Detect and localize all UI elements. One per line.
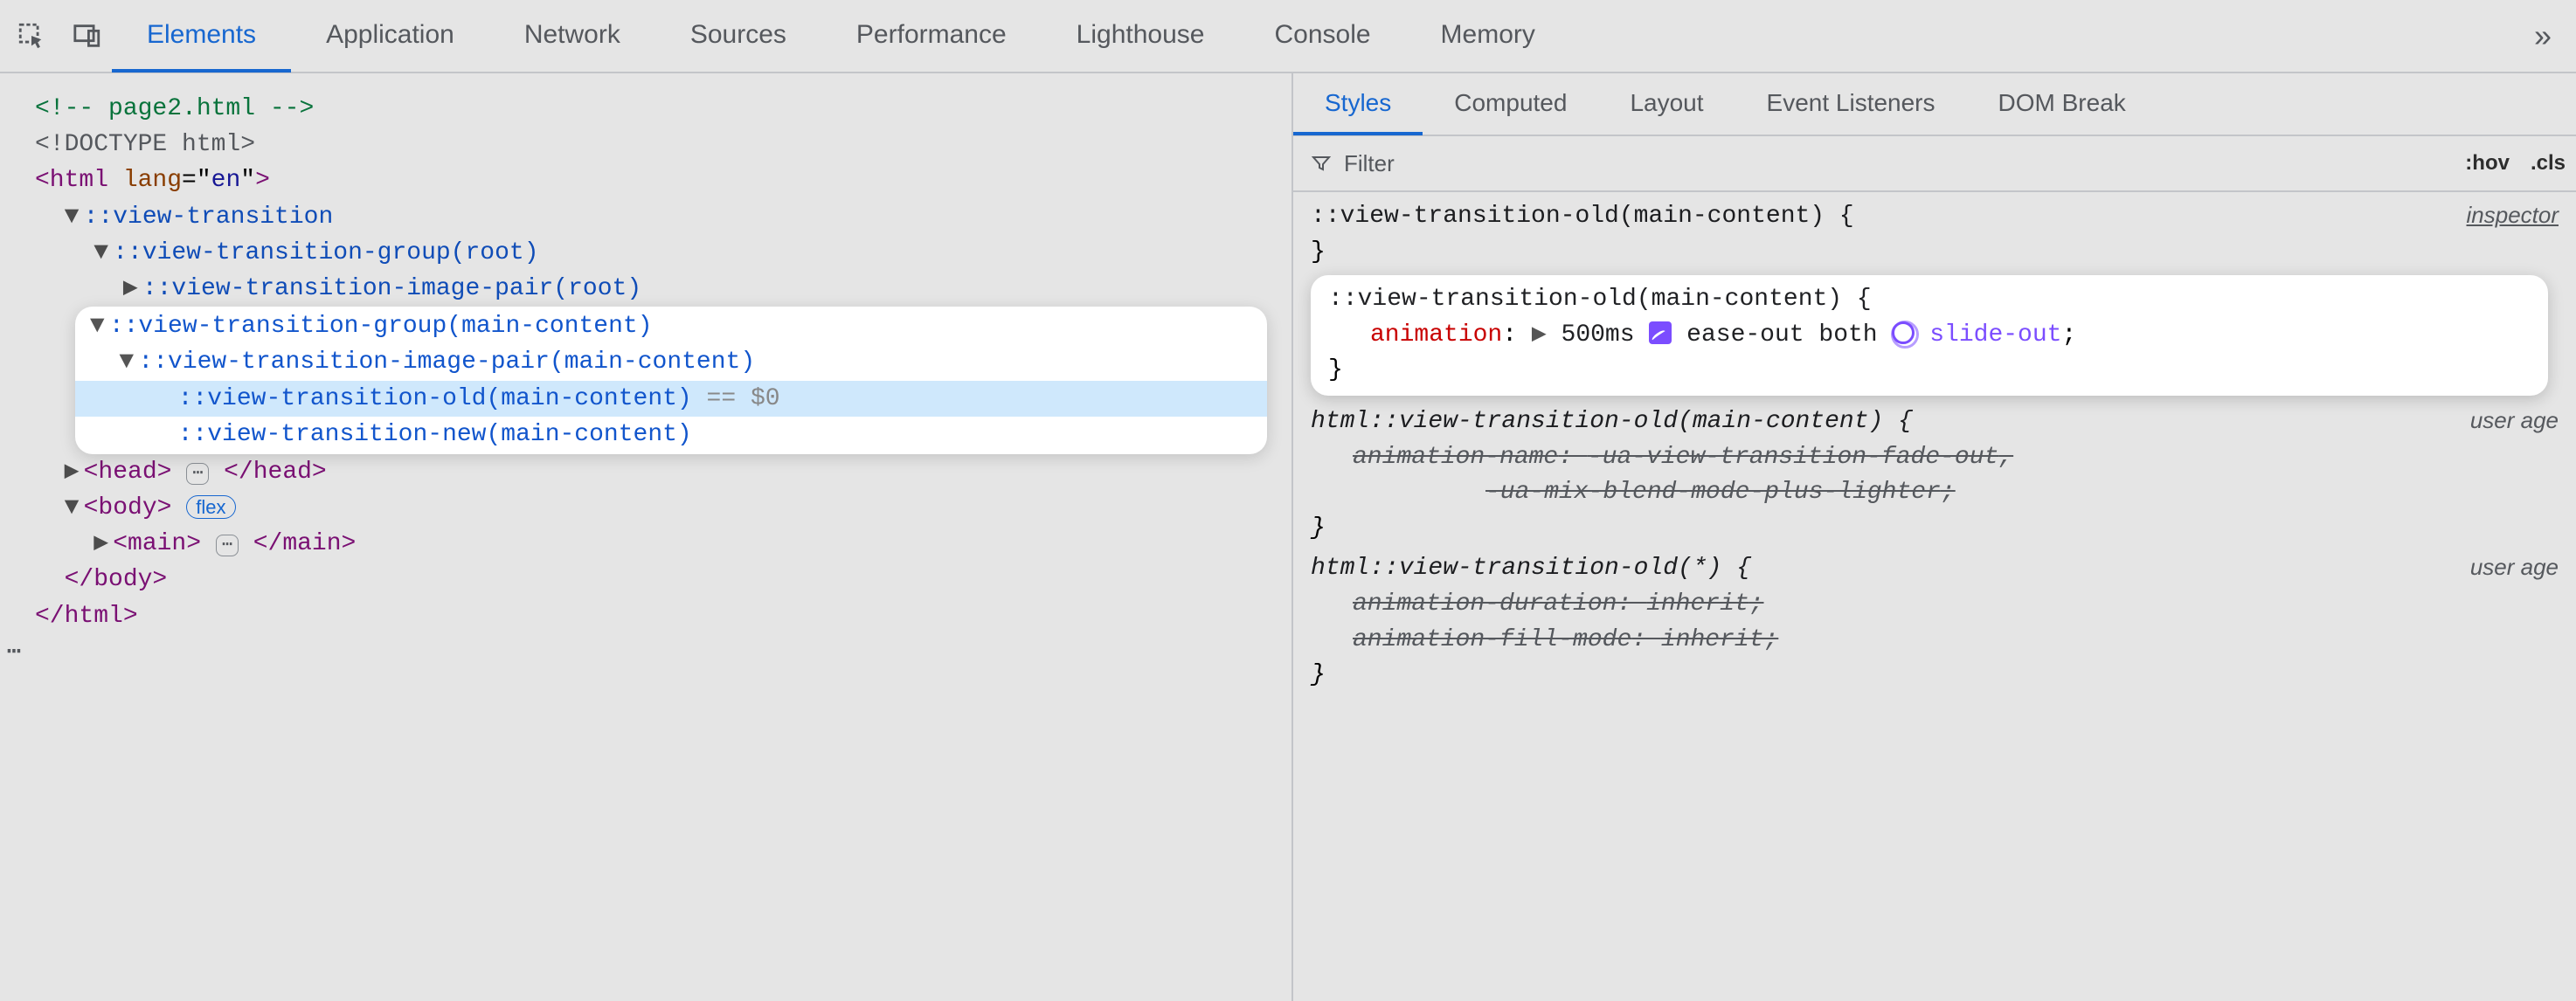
- tab-memory[interactable]: Memory: [1406, 0, 1570, 72]
- decl-animation-name[interactable]: animation-name: -ua-view-transition-fade…: [1311, 440, 2559, 476]
- rule-origin: user age: [2470, 404, 2559, 438]
- bezier-swatch-icon[interactable]: [1649, 321, 1672, 344]
- dom-node-body-close: </body>: [0, 562, 1291, 597]
- rule-element-style[interactable]: inspector ::view-transition-old(main-con…: [1311, 199, 2559, 270]
- dom-node-body[interactable]: ▼<body> flex: [0, 490, 1291, 526]
- styles-filter-bar: Filter :hov .cls: [1293, 136, 2576, 192]
- device-toolbar-icon[interactable]: [63, 11, 112, 60]
- dom-highlighted-region: ▼::view-transition-group(main-content) ▼…: [75, 307, 1267, 454]
- dom-node-main[interactable]: ▶<main> ⋯ </main>: [0, 526, 1291, 562]
- tab-sources[interactable]: Sources: [655, 0, 821, 72]
- dom-tree-pane[interactable]: <!-- page2.html --> <!DOCTYPE html> <htm…: [0, 73, 1293, 1001]
- styles-filter-input[interactable]: Filter: [1293, 150, 2455, 177]
- dom-doctype: <!DOCTYPE html>: [35, 131, 255, 158]
- subtab-event-listeners[interactable]: Event Listeners: [1735, 73, 1967, 135]
- style-rules: inspector ::view-transition-old(main-con…: [1293, 192, 2576, 706]
- tab-lighthouse[interactable]: Lighthouse: [1042, 0, 1240, 72]
- selected-node-marker: == $0: [707, 385, 780, 412]
- filter-icon: [1311, 153, 1332, 174]
- rule-origin: user age: [2470, 551, 2559, 584]
- expand-shorthand-icon[interactable]: ▶: [1532, 321, 1547, 349]
- rule-ua-2[interactable]: user age html::view-transition-old(*) { …: [1311, 551, 2559, 693]
- rule-ua-1[interactable]: user age html::view-transition-old(main-…: [1311, 404, 2559, 546]
- subtab-layout[interactable]: Layout: [1598, 73, 1735, 135]
- subtab-dom-breakpoints[interactable]: DOM Break: [1967, 73, 2157, 135]
- decl-animation-duration[interactable]: animation-duration: inherit;: [1311, 587, 2559, 623]
- dom-node-html-close: </html>: [0, 598, 1291, 634]
- cls-toggle[interactable]: .cls: [2520, 151, 2576, 176]
- rule-author-highlighted[interactable]: ::view-transition-old(main-content) { an…: [1311, 275, 2548, 396]
- decl-animation-fill-mode[interactable]: animation-fill-mode: inherit;: [1311, 623, 2559, 659]
- dom-node-vt-imagepair-root[interactable]: ▶::view-transition-image-pair(root): [0, 271, 1291, 307]
- dom-node-html[interactable]: <html lang="en">: [0, 162, 1291, 198]
- inspect-element-icon[interactable]: [7, 11, 56, 60]
- ellipsis-icon[interactable]: ⋯: [186, 463, 209, 485]
- animation-swatch-icon[interactable]: [1892, 321, 1915, 344]
- styles-subtabs: Styles Computed Layout Event Listeners D…: [1293, 73, 2576, 136]
- dom-node-vt-old-main[interactable]: ::view-transition-old(main-content) == $…: [75, 381, 1267, 417]
- dom-node-vt-imagepair-main[interactable]: ▼::view-transition-image-pair(main-conte…: [75, 344, 1267, 380]
- dom-node-vt-group-root[interactable]: ▼::view-transition-group(root): [0, 235, 1291, 271]
- dom-comment: <!-- page2.html -->: [35, 95, 314, 122]
- decl-animation[interactable]: animation: ▶ 500ms ease-out both slide-o…: [1328, 318, 2531, 354]
- flex-badge[interactable]: flex: [186, 495, 235, 519]
- selected-row-dots-icon: ⋯: [0, 636, 28, 670]
- hov-toggle[interactable]: :hov: [2455, 151, 2520, 176]
- subtab-styles[interactable]: Styles: [1293, 73, 1423, 135]
- dom-node-head[interactable]: ▶<head> ⋯ </head>: [0, 454, 1291, 490]
- filter-placeholder: Filter: [1344, 150, 1395, 177]
- subtab-computed[interactable]: Computed: [1423, 73, 1598, 135]
- dom-node-vt-group-main[interactable]: ▼::view-transition-group(main-content): [75, 308, 1267, 344]
- tab-elements[interactable]: Elements: [112, 0, 291, 72]
- styles-pane: Styles Computed Layout Event Listeners D…: [1293, 73, 2576, 1001]
- dom-node-vt[interactable]: ▼::view-transition: [0, 199, 1291, 235]
- dom-node-vt-new-main[interactable]: ::view-transition-new(main-content): [75, 417, 1267, 452]
- devtools-tabbar: Elements Application Network Sources Per…: [0, 0, 2576, 73]
- tab-console[interactable]: Console: [1239, 0, 1405, 72]
- tab-application[interactable]: Application: [291, 0, 489, 72]
- more-tabs-icon[interactable]: »: [2510, 17, 2576, 54]
- rule-origin[interactable]: inspector: [2467, 199, 2559, 232]
- tab-performance[interactable]: Performance: [821, 0, 1042, 72]
- tab-network[interactable]: Network: [489, 0, 655, 72]
- ellipsis-icon[interactable]: ⋯: [216, 535, 239, 556]
